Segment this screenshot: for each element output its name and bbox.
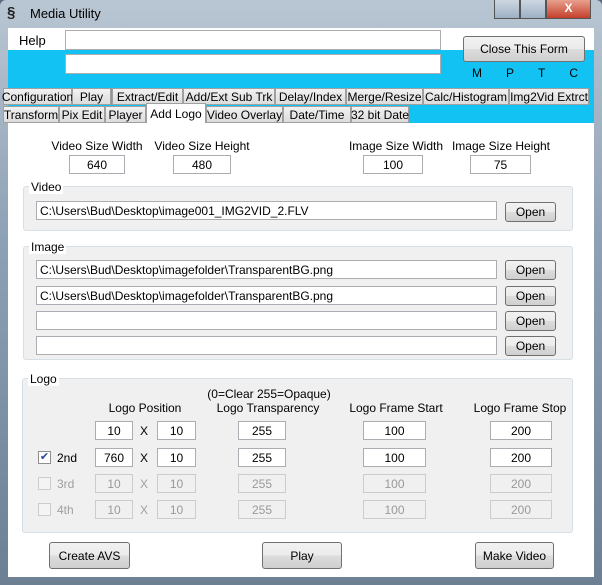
x-separator: X — [140, 503, 149, 517]
status-indicators: M P T C — [472, 66, 578, 80]
x-separator: X — [140, 477, 149, 491]
image-group-label: Image — [29, 240, 67, 254]
logo-row-checkbox[interactable] — [38, 477, 51, 490]
logo-frame-stop-input[interactable] — [490, 474, 552, 493]
logo-frame-start-header: Logo Frame Start — [349, 401, 443, 415]
image-open-button-2[interactable]: Open — [505, 286, 556, 306]
logo-y-input[interactable] — [157, 474, 196, 493]
logo-row-label: 3rd — [57, 477, 75, 491]
indicator-p: P — [505, 66, 514, 80]
image-path-input-3[interactable] — [36, 311, 497, 330]
logo-frame-start-input[interactable] — [363, 474, 426, 493]
tab-add-logo[interactable]: Add Logo — [146, 103, 206, 123]
create-avs-button[interactable]: Create AVS — [49, 542, 130, 569]
tab-transform[interactable]: Transform — [3, 106, 59, 123]
app-icon: § — [7, 4, 16, 21]
tab-video-overlay[interactable]: Video Overlay — [206, 106, 283, 123]
logo-transparency-input[interactable] — [238, 500, 286, 519]
video-width-label: Video Size Width — [51, 139, 143, 153]
logo-frame-stop-input[interactable] — [490, 421, 552, 440]
image-path-input-1[interactable] — [36, 260, 497, 279]
image-height-input[interactable] — [470, 155, 531, 174]
logo-transparency-input[interactable] — [238, 448, 286, 467]
image-width-label: Image Size Width — [348, 139, 444, 153]
close-form-button[interactable]: Close This Form — [463, 36, 585, 62]
close-window-button[interactable]: X — [546, 0, 591, 19]
tab-date-time[interactable]: Date/Time — [283, 106, 351, 123]
tab-32-bit-date[interactable]: 32 bit Date — [351, 106, 409, 123]
indicator-t: T — [537, 66, 546, 80]
x-separator: X — [140, 451, 149, 465]
logo-row-checkbox[interactable] — [38, 503, 51, 516]
image-open-button-4[interactable]: Open — [505, 336, 556, 356]
image-open-button-3[interactable]: Open — [505, 311, 556, 331]
maximize-button[interactable] — [520, 0, 546, 19]
indicator-c: C — [569, 66, 578, 80]
logo-frame-stop-input[interactable] — [490, 500, 552, 519]
logo-transparency-input[interactable] — [238, 421, 286, 440]
logo-frame-start-input[interactable] — [363, 448, 426, 467]
video-height-input[interactable] — [173, 155, 231, 174]
logo-row-label: 2nd — [57, 451, 78, 465]
logo-position-header: Logo Position — [108, 401, 182, 415]
tab-pix-edit[interactable]: Pix Edit — [59, 106, 105, 123]
image-open-button-1[interactable]: Open — [505, 260, 556, 280]
image-path-input-4[interactable] — [36, 336, 497, 355]
play-button[interactable]: Play — [262, 542, 342, 569]
logo-frame-start-input[interactable] — [363, 500, 426, 519]
logo-y-input[interactable] — [157, 500, 196, 519]
logo-y-input[interactable] — [157, 448, 196, 467]
logo-transparency-input[interactable] — [238, 474, 286, 493]
video-height-label: Video Size Height — [154, 139, 250, 153]
logo-x-input[interactable] — [95, 500, 133, 519]
tab-merge-resize[interactable]: Merge/Resize — [346, 88, 423, 105]
tab-player[interactable]: Player — [105, 106, 146, 123]
tab-play[interactable]: Play — [72, 88, 111, 105]
x-separator: X — [140, 424, 149, 438]
logo-row-label: 4th — [57, 503, 74, 517]
indicator-m: M — [472, 66, 482, 80]
video-path-input[interactable] — [36, 201, 497, 220]
image-width-input[interactable] — [363, 155, 423, 174]
logo-frame-start-input[interactable] — [363, 421, 426, 440]
video-group-label: Video — [29, 180, 64, 194]
minimize-button[interactable] — [494, 0, 520, 19]
tab-configuration[interactable]: Configuration — [2, 88, 73, 105]
help-secondary-input[interactable] — [65, 54, 441, 74]
tab-img2vid-extrct[interactable]: Img2Vid Extrct — [509, 88, 589, 105]
make-video-button[interactable]: Make Video — [475, 542, 554, 569]
image-path-input-2[interactable] — [36, 286, 497, 305]
logo-x-input[interactable] — [95, 448, 133, 467]
tab-delay-index[interactable]: Delay/Index — [275, 88, 346, 105]
video-open-button[interactable]: Open — [505, 202, 556, 222]
logo-group-label: Logo — [28, 372, 59, 386]
logo-frame-stop-input[interactable] — [490, 448, 552, 467]
help-label: Help — [19, 33, 46, 48]
logo-x-input[interactable] — [95, 474, 133, 493]
help-input[interactable] — [65, 30, 441, 50]
logo-frame-stop-header: Logo Frame Stop — [473, 401, 567, 415]
logo-x-input[interactable] — [95, 421, 133, 440]
logo-row-checkbox[interactable]: ✔ — [38, 451, 51, 464]
transparency-note: (0=Clear 255=Opaque) — [207, 387, 331, 401]
video-width-input[interactable] — [69, 155, 125, 174]
tab-calc-histogram[interactable]: Calc/Histogram — [423, 88, 509, 105]
image-height-label: Image Size Height — [451, 139, 551, 153]
logo-y-input[interactable] — [157, 421, 196, 440]
window-title: Media Utility — [30, 6, 101, 21]
logo-transparency-header: Logo Transparency — [216, 401, 320, 415]
